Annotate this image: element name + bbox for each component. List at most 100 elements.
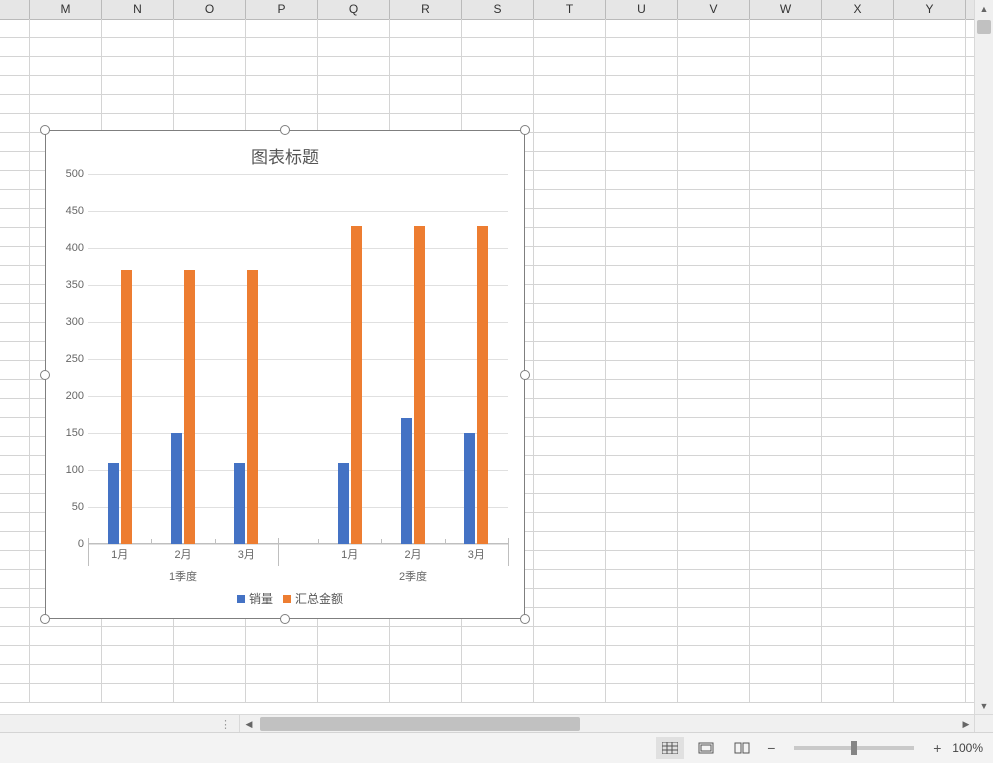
cell[interactable] [0,57,30,76]
cell[interactable] [0,342,30,361]
cell[interactable] [894,266,966,285]
resize-handle-bottom-right[interactable] [520,614,530,624]
cell[interactable] [894,171,966,190]
cell[interactable] [894,646,966,665]
cell[interactable] [534,494,606,513]
cell[interactable] [606,551,678,570]
cell[interactable] [750,228,822,247]
cell[interactable] [678,190,750,209]
cell[interactable] [678,323,750,342]
cell[interactable] [678,285,750,304]
cell[interactable] [894,589,966,608]
cell[interactable] [102,38,174,57]
cell[interactable] [102,684,174,703]
cell[interactable] [462,627,534,646]
cell[interactable] [678,95,750,114]
cell[interactable] [0,228,30,247]
cell[interactable] [0,171,30,190]
zoom-slider-knob[interactable] [851,741,857,755]
resize-handle-top-left[interactable] [40,125,50,135]
cell[interactable] [822,38,894,57]
cell[interactable] [462,95,534,114]
bar-销量[interactable] [108,463,119,544]
cell[interactable] [606,532,678,551]
cell[interactable] [0,152,30,171]
cell[interactable] [822,399,894,418]
cell[interactable] [0,266,30,285]
cell[interactable] [678,76,750,95]
cell[interactable] [318,57,390,76]
cell[interactable] [750,399,822,418]
cell[interactable] [678,456,750,475]
cell[interactable] [0,684,30,703]
cell[interactable] [750,285,822,304]
cell[interactable] [822,19,894,38]
cell[interactable] [30,38,102,57]
cell[interactable] [606,646,678,665]
cell[interactable] [0,38,30,57]
cell[interactable] [534,589,606,608]
cell[interactable] [0,95,30,114]
cell[interactable] [0,418,30,437]
cell[interactable] [894,665,966,684]
cell[interactable] [606,570,678,589]
cell[interactable] [750,76,822,95]
cell[interactable] [0,494,30,513]
cell[interactable] [678,475,750,494]
column-header-O[interactable]: O [174,0,246,19]
cell[interactable] [246,38,318,57]
cell[interactable] [606,19,678,38]
cell[interactable] [750,152,822,171]
cell[interactable] [174,57,246,76]
cell[interactable] [750,19,822,38]
cell[interactable] [462,38,534,57]
cell[interactable] [678,570,750,589]
cell[interactable] [0,323,30,342]
horizontal-scroll-track[interactable] [258,715,957,733]
view-normal-button[interactable] [656,737,684,759]
resize-handle-top-center[interactable] [280,125,290,135]
column-header-R[interactable]: R [390,0,462,19]
cell[interactable] [534,266,606,285]
bar-销量[interactable] [171,433,182,544]
cell[interactable] [606,76,678,95]
cell[interactable] [678,209,750,228]
cell[interactable] [678,57,750,76]
cell[interactable] [822,627,894,646]
bar-汇总金额[interactable] [121,270,132,544]
cell[interactable] [534,513,606,532]
legend-label[interactable]: 销量 [249,592,273,606]
cell[interactable] [174,76,246,95]
cell[interactable] [678,627,750,646]
cell[interactable] [0,665,30,684]
cell[interactable] [894,437,966,456]
cell[interactable] [534,665,606,684]
cell[interactable] [390,57,462,76]
cell[interactable] [894,342,966,361]
cell[interactable] [30,76,102,95]
cell[interactable] [678,266,750,285]
cell[interactable] [894,285,966,304]
cell[interactable] [246,665,318,684]
cell[interactable] [102,665,174,684]
resize-handle-top-right[interactable] [520,125,530,135]
horizontal-scrollbar[interactable]: ⋮ ◀ ▶ [0,714,975,733]
bar-汇总金额[interactable] [184,270,195,544]
cell[interactable] [894,209,966,228]
cell[interactable] [750,456,822,475]
cell[interactable] [822,95,894,114]
cell[interactable] [822,494,894,513]
bar-汇总金额[interactable] [477,226,488,544]
cell[interactable] [30,684,102,703]
cell[interactable] [822,646,894,665]
cell[interactable] [174,646,246,665]
cell[interactable] [894,57,966,76]
cell[interactable] [678,437,750,456]
cell[interactable] [822,266,894,285]
cell[interactable] [894,456,966,475]
cell[interactable] [0,76,30,95]
zoom-slider[interactable] [794,746,914,750]
cell[interactable] [534,171,606,190]
cell[interactable] [174,665,246,684]
cell[interactable] [822,532,894,551]
